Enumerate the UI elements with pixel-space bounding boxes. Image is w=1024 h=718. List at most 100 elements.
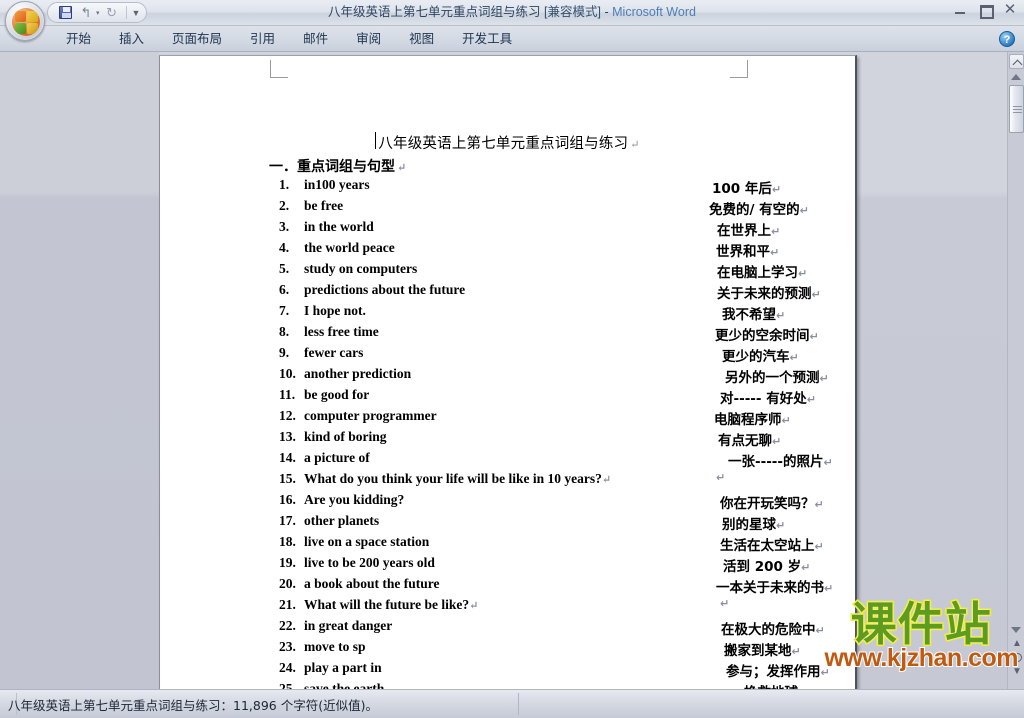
- vocabulary-item-english: in great danger: [304, 618, 393, 633]
- tab-home[interactable]: 开始: [52, 26, 105, 52]
- vocabulary-row: 22. in great danger 在极大的危险中↵: [160, 618, 855, 639]
- scroll-up-icon[interactable]: [1011, 74, 1021, 80]
- redo-button[interactable]: ↻: [103, 4, 121, 21]
- vocabulary-item-english: a book about the future: [304, 576, 440, 591]
- pilcrow-icon: ↵: [771, 225, 781, 238]
- customize-quick-access-icon[interactable]: ▼: [132, 8, 141, 18]
- document-title-text: 八年级英语上第七单元重点词组与练习: [378, 136, 629, 152]
- vocabulary-item-chinese: 参与；发挥作用↵: [726, 664, 830, 680]
- pilcrow-icon: ↵: [819, 372, 829, 385]
- vocabulary-item-chinese: 搬家到某地↵: [724, 643, 801, 659]
- vocabulary-item-chinese: 更少的空余时间↵: [715, 328, 819, 344]
- vocabulary-row: 24. play a part in 参与；发挥作用↵: [160, 660, 855, 681]
- office-logo-quadrant: [27, 23, 38, 34]
- vocabulary-row: 18. live on a space station 生活在太空站上↵: [160, 534, 855, 555]
- vocabulary-row: 15. What do you think your life will be l…: [160, 471, 855, 492]
- toolbar-divider: [125, 6, 127, 19]
- vocabulary-row: 12. computer programmer 电脑程序师↵: [160, 408, 855, 429]
- select-browse-object-icon[interactable]: [1012, 653, 1022, 663]
- status-bar: 八年级英语上第七单元重点词组与练习：11,896 个字符(近似值)。: [0, 689, 1024, 718]
- undo-button[interactable]: ↰: [77, 4, 95, 21]
- vocabulary-item-number: 24.: [279, 660, 296, 675]
- pilcrow-icon: ↵: [789, 351, 799, 364]
- close-button[interactable]: ✕: [1002, 2, 1018, 17]
- margin-mark-top-left: [270, 60, 288, 78]
- pilcrow-icon: ↵: [809, 330, 819, 343]
- document-page[interactable]: 八年级英语上第七单元重点词组与练习 ↵ 一．重点词组与句型 ↵ 1. in100 ye…: [159, 55, 857, 689]
- vocabulary-item-chinese: 在极大的危险中↵: [721, 622, 825, 638]
- scroll-down-icon[interactable]: [1011, 627, 1021, 633]
- minimize-button[interactable]: [952, 3, 968, 17]
- office-logo-quadrant: [15, 23, 26, 34]
- vocabulary-item-english: be good for: [304, 387, 370, 402]
- vertical-scrollbar[interactable]: ▲ ▼: [1007, 52, 1024, 689]
- vocabulary-row: 20. a book about the future 一本关于未来的书↵: [160, 576, 855, 597]
- vocabulary-item-number: 21.: [279, 597, 296, 612]
- office-button[interactable]: [5, 1, 45, 41]
- vocabulary-item-chinese: 我不希望↵: [722, 307, 786, 323]
- office-logo-icon: [12, 8, 40, 36]
- vocabulary-item-english: computer programmer: [304, 408, 437, 423]
- vocabulary-row: 13. kind of boring 有点无聊↵: [160, 429, 855, 450]
- vocabulary-item-english: What will the future be like?↵: [304, 597, 479, 612]
- vocabulary-item-chinese: 更少的汽车↵: [722, 349, 799, 365]
- vocabulary-item-number: 22.: [279, 618, 296, 633]
- tab-mailings[interactable]: 邮件: [289, 26, 342, 52]
- tab-insert[interactable]: 插入: [105, 26, 158, 52]
- vocabulary-item-number: 18.: [279, 534, 296, 549]
- tab-page-layout[interactable]: 页面布局: [158, 26, 236, 52]
- pilcrow-icon: ↵: [776, 519, 786, 532]
- scrollbar-thumb[interactable]: [1009, 85, 1024, 133]
- vocabulary-item-number: 1.: [279, 177, 290, 192]
- pilcrow-icon: ↵: [781, 414, 791, 427]
- vocabulary-item-chinese: 一张-----的照片↵: [728, 454, 833, 470]
- vocabulary-item-number: 15.: [279, 471, 296, 486]
- pilcrow-icon: ↵: [771, 183, 782, 196]
- vocabulary-item-number: 10.: [279, 366, 296, 381]
- pilcrow-icon: ↵: [630, 139, 640, 151]
- vocabulary-item-chinese: 生活在太空站上↵: [720, 538, 824, 554]
- browse-object-circle: [1012, 653, 1022, 662]
- tab-developer[interactable]: 开发工具: [448, 26, 526, 52]
- pilcrow-icon: ↵: [720, 597, 730, 610]
- document-section-heading: 一．重点词组与句型 ↵: [269, 156, 406, 176]
- restore-button[interactable]: [977, 3, 994, 19]
- vocabulary-item-chinese: 一本关于未来的书↵: [716, 580, 834, 596]
- vocabulary-item-english: the world peace: [304, 240, 395, 255]
- undo-icon: ↰: [80, 5, 92, 20]
- vocabulary-row: 16. Are you kidding? 你在开玩笑吗？↵: [160, 492, 855, 513]
- tab-review[interactable]: 审阅: [342, 26, 395, 52]
- pilcrow-icon: ↵: [814, 498, 824, 511]
- document-work-area: 八年级英语上第七单元重点词组与练习 ↵ 一．重点词组与句型 ↵ 1. in100 ye…: [0, 52, 1024, 689]
- ribbon-tab-bar: 开始 插入 页面布局 引用 邮件 审阅 视图 开发工具 ?: [0, 26, 1024, 52]
- vocabulary-item-number: 25.: [279, 681, 296, 689]
- previous-page-icon[interactable]: ▲: [1012, 639, 1022, 649]
- pilcrow-icon: ↵: [801, 561, 811, 574]
- vocabulary-item-chinese: 你在开玩笑吗？↵: [720, 496, 824, 512]
- quick-access-toolbar: ↰ ▾ ↻ ▼: [47, 2, 148, 23]
- tab-references[interactable]: 引用: [236, 26, 289, 52]
- vocabulary-row: 10. another prediction 另外的一个预测↵: [160, 366, 855, 387]
- next-page-icon[interactable]: ▼: [1012, 667, 1022, 677]
- split-window-button[interactable]: [1009, 54, 1024, 69]
- window-title: 八年级英语上第七单元重点词组与练习 [兼容模式] - Microsoft Wor…: [0, 0, 1024, 24]
- undo-dropdown-icon[interactable]: ▾: [96, 9, 100, 17]
- save-button[interactable]: [56, 4, 74, 21]
- vocabulary-item-chinese: 电脑程序师↵: [714, 412, 791, 428]
- pilcrow-icon: ↵: [791, 645, 801, 658]
- tab-view[interactable]: 视图: [395, 26, 448, 52]
- vocabulary-row: 19. live to be 200 years old 活到 200 岁↵: [160, 555, 855, 576]
- vocabulary-item-number: 7.: [279, 303, 290, 318]
- vocabulary-row: 7. I hope not. 我不希望↵: [160, 303, 855, 324]
- pilcrow-icon: ↵: [814, 540, 824, 553]
- vocabulary-item-number: 11.: [279, 387, 296, 402]
- vocabulary-item-chinese: 关于未来的预测↵: [717, 286, 821, 302]
- help-icon[interactable]: ?: [999, 31, 1015, 47]
- pilcrow-icon: ↵: [469, 600, 479, 612]
- window-title-document: 八年级英语上第七单元重点词组与练习: [328, 5, 541, 19]
- vocabulary-item-number: 9.: [279, 345, 290, 360]
- vocabulary-item-number: 13.: [279, 429, 296, 444]
- vocabulary-item-english: Are you kidding?: [304, 492, 405, 507]
- vocabulary-row: 2. be free 免费的/ 有空的↵: [160, 198, 855, 219]
- vocabulary-row: 21. What will the future be like?↵ ↵: [160, 597, 855, 618]
